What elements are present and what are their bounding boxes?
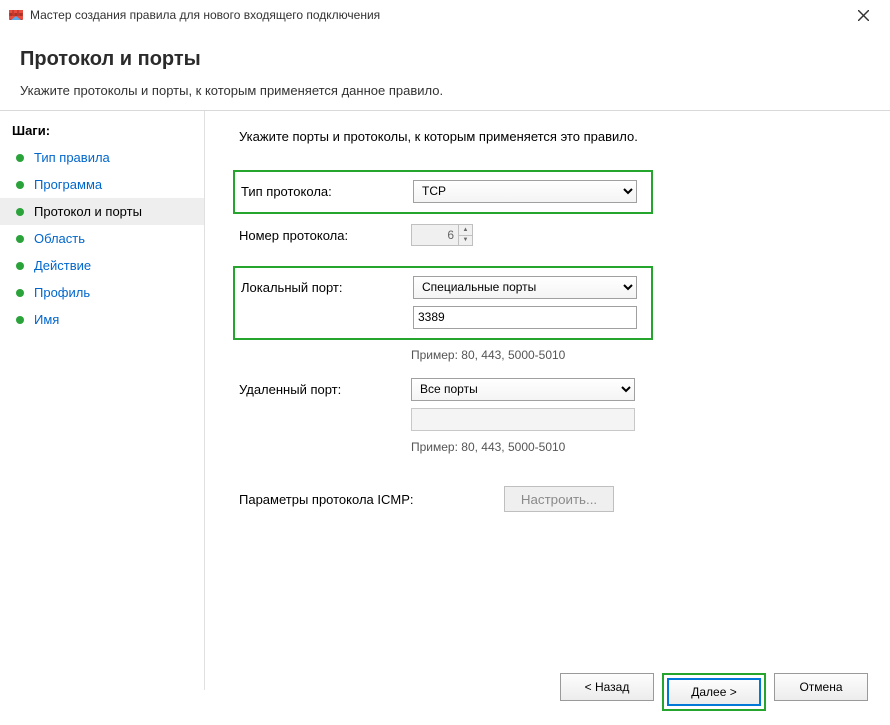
protocol-number-value: 6 [412,228,458,242]
bullet-icon [16,235,24,243]
step-label: Программа [34,177,102,192]
spin-up-icon[interactable]: ▲ [458,225,472,236]
remote-port-input-disabled [411,408,635,431]
protocol-number-label: Номер протокола: [239,228,411,243]
bullet-icon [16,262,24,270]
steps-title: Шаги: [0,119,204,144]
step-profile[interactable]: Профиль [0,279,204,306]
bullet-icon [16,154,24,162]
firewall-icon [8,7,24,23]
form-instruction: Укажите порты и протоколы, к которым при… [239,129,862,144]
step-scope[interactable]: Область [0,225,204,252]
titlebar: Мастер создания правила для нового входя… [0,0,890,30]
bullet-icon [16,208,24,216]
close-button[interactable] [842,0,884,30]
bullet-icon [16,316,24,324]
step-name[interactable]: Имя [0,306,204,333]
window-title: Мастер создания правила для нового входя… [30,8,842,22]
local-port-hint: Пример: 80, 443, 5000-5010 [411,348,862,362]
remote-port-hint: Пример: 80, 443, 5000-5010 [411,440,862,454]
step-protocol-ports[interactable]: Протокол и порты [0,198,204,225]
step-action[interactable]: Действие [0,252,204,279]
wizard-footer: < Назад Далее > Отмена [560,673,868,711]
page-subtitle: Укажите протоколы и порты, к которым при… [20,83,870,98]
local-port-mode-select[interactable]: Специальные порты [413,276,637,299]
icmp-label: Параметры протокола ICMP: [239,492,504,507]
wizard-body: Шаги: Тип правила Программа Протокол и п… [0,110,890,690]
protocol-number-spinner[interactable]: 6 ▲▼ [411,224,473,246]
highlight-protocol-type: Тип протокола: TCP [233,170,653,214]
step-label: Действие [34,258,91,273]
steps-sidebar: Шаги: Тип правила Программа Протокол и п… [0,111,205,690]
remote-port-mode-select[interactable]: Все порты [411,378,635,401]
step-label: Профиль [34,285,90,300]
step-rule-type[interactable]: Тип правила [0,144,204,171]
form-area: Укажите порты и протоколы, к которым при… [205,111,890,690]
local-port-label: Локальный порт: [241,280,413,295]
local-port-input[interactable] [413,306,637,329]
step-label: Протокол и порты [34,204,142,219]
step-label: Тип правила [34,150,110,165]
next-button[interactable]: Далее > [667,678,761,706]
protocol-type-select[interactable]: TCP [413,180,637,203]
bullet-icon [16,181,24,189]
step-program[interactable]: Программа [0,171,204,198]
page-title: Протокол и порты [20,48,870,71]
back-button[interactable]: < Назад [560,673,654,701]
highlight-local-port: Локальный порт: Специальные порты [233,266,653,340]
cancel-button[interactable]: Отмена [774,673,868,701]
protocol-type-label: Тип протокола: [241,184,413,199]
step-label: Имя [34,312,59,327]
icmp-settings-button: Настроить... [504,486,614,512]
step-label: Область [34,231,85,246]
highlight-next: Далее > [662,673,766,711]
remote-port-label: Удаленный порт: [239,382,411,397]
spin-down-icon[interactable]: ▼ [458,236,472,246]
bullet-icon [16,289,24,297]
wizard-header: Протокол и порты Укажите протоколы и пор… [0,30,890,110]
